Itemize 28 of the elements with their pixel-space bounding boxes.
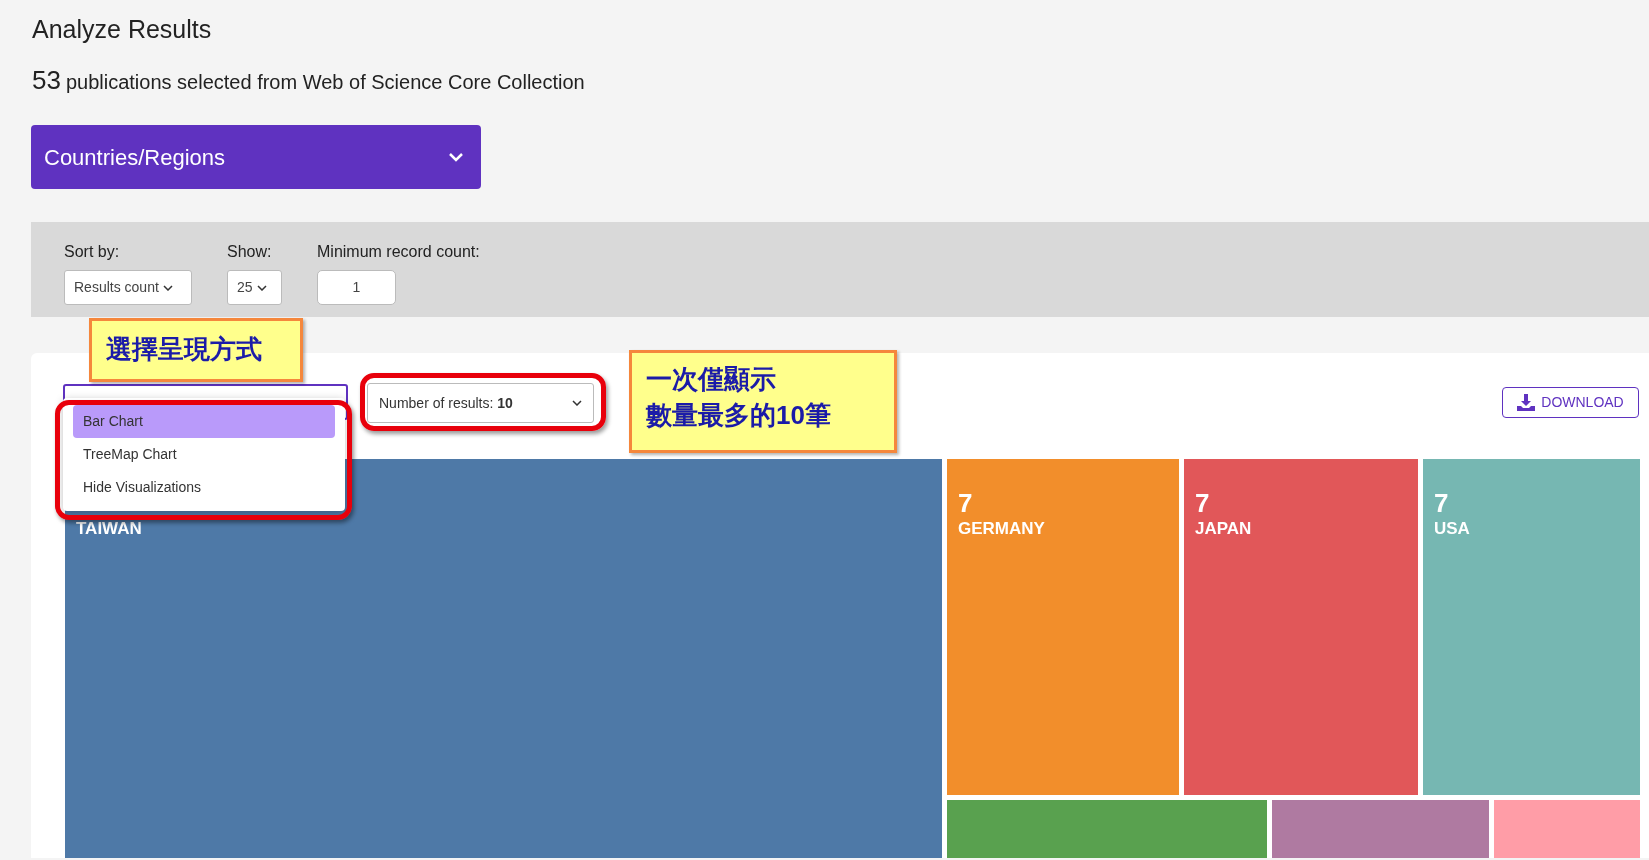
min-count-input[interactable]: 1	[317, 270, 396, 305]
filter-select[interactable]: Results count	[64, 270, 192, 305]
download-icon	[1517, 394, 1536, 411]
callout-text: 數量最多的10筆	[646, 399, 832, 432]
tile-label: GERMANY	[958, 518, 1046, 540]
tile-count: 7	[1195, 489, 1211, 517]
chevron-down-icon	[162, 284, 173, 291]
tile-count: 7	[958, 489, 974, 517]
filter-label: Show:	[227, 242, 273, 262]
chevron-down-icon	[256, 284, 267, 291]
callout-text: 選擇呈現方式	[106, 333, 263, 366]
chevron-down-icon	[572, 400, 582, 406]
chevron-down-icon	[449, 152, 463, 162]
tile-label: TAIWAN	[76, 518, 143, 540]
results-count-select[interactable]: Number of results: 10	[367, 383, 594, 423]
download-button[interactable]: DOWNLOAD	[1502, 387, 1639, 418]
tile-label: JAPAN	[1195, 518, 1253, 540]
tile-label: USA	[1434, 518, 1471, 540]
filter-label: Sort by:	[64, 242, 121, 262]
publication-count: 53	[32, 64, 61, 97]
tile-count: 7	[1434, 489, 1450, 517]
callout-text: 一次僅顯示	[646, 363, 777, 396]
field-select-button[interactable]: Countries/Regions	[31, 125, 481, 189]
publication-summary: publications selected from Web of Science Core Collection	[65, 70, 585, 95]
filter-select[interactable]: 25	[227, 270, 282, 305]
filter-label: Minimum record count:	[317, 242, 480, 262]
menu-option[interactable]: Bar Chart	[73, 405, 335, 438]
page-title: Analyze Results	[32, 14, 212, 44]
